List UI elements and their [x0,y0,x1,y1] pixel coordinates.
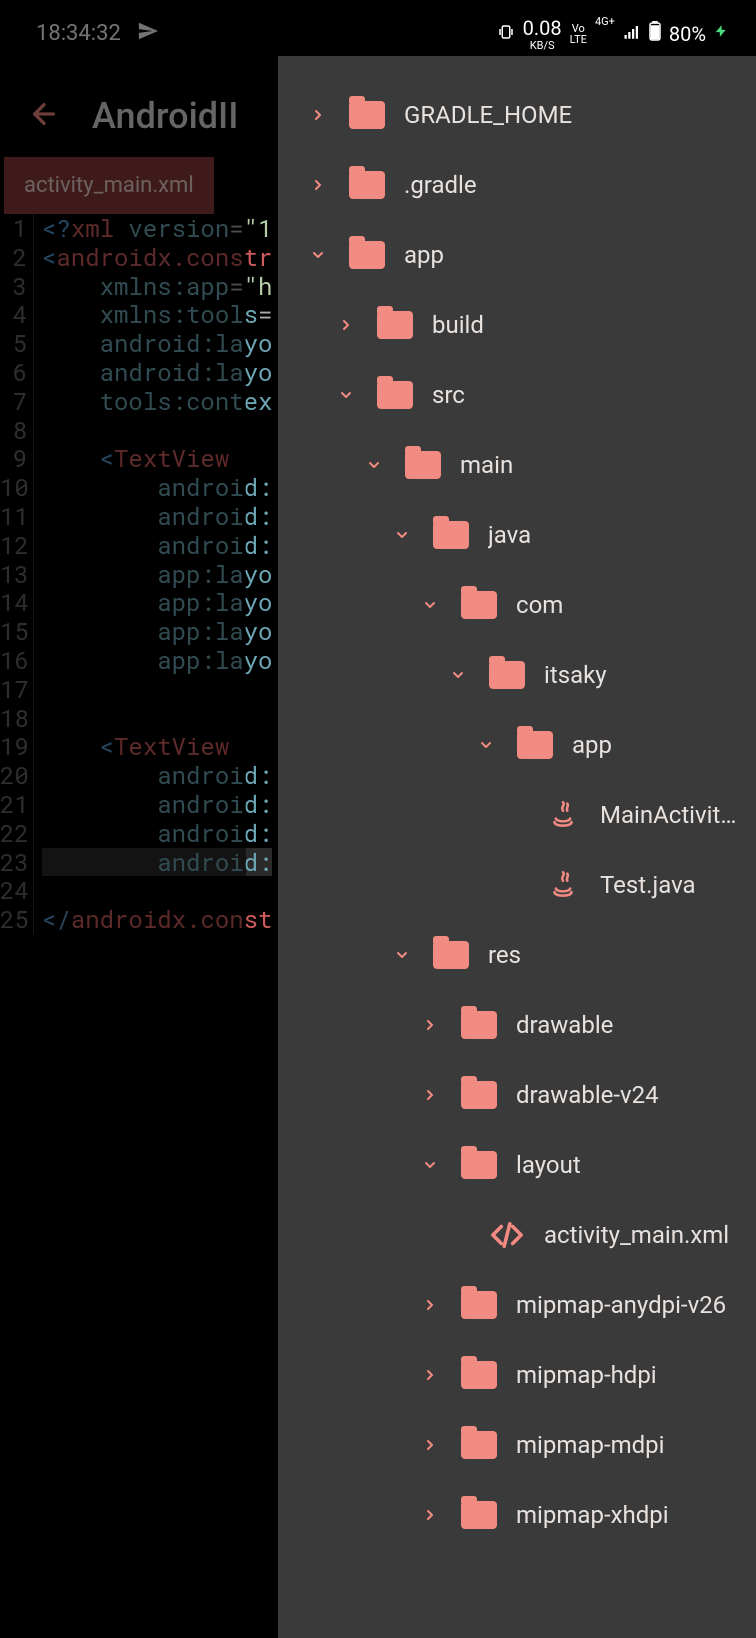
chevron-right-icon[interactable] [418,1017,442,1033]
chevron-down-icon[interactable] [418,597,442,613]
tree-item-label: res [488,941,744,969]
tree-item-label: src [432,381,744,409]
folder-icon [348,170,386,200]
tree-item[interactable]: mipmap-xhdpi [278,1480,756,1550]
tree-item-label: mipmap-anydpi-v26 [516,1291,744,1319]
tree-item-label: drawable-v24 [516,1081,744,1109]
chevron-down-icon[interactable] [474,737,498,753]
tree-item[interactable]: Test.java [278,850,756,920]
tree-item[interactable]: drawable-v24 [278,1060,756,1130]
folder-icon [460,1290,498,1320]
volte-indicator: Vo LTE [570,23,587,45]
editor-code[interactable]: <?xml version="1<androidx.constr xmlns:a… [34,214,272,934]
chevron-down-icon[interactable] [390,947,414,963]
file-tree-drawer[interactable]: GRADLE_HOME .gradle app build src main java com… [278,56,756,1638]
folder-icon [376,310,414,340]
tree-item[interactable]: com [278,570,756,640]
tree-item-label: activity_main.xml [544,1221,744,1249]
folder-icon [516,730,554,760]
tree-item[interactable]: MainActivity.java [278,780,756,850]
tree-item-label: app [572,731,744,759]
net-speed: 0.08 KB/S [523,16,562,51]
chevron-down-icon[interactable] [362,457,386,473]
chevron-down-icon[interactable] [390,527,414,543]
tree-item[interactable]: .gradle [278,150,756,220]
chevron-right-icon[interactable] [306,177,330,193]
chevron-right-icon[interactable] [418,1087,442,1103]
folder-icon [348,240,386,270]
tree-item-label: mipmap-xhdpi [516,1501,744,1529]
chevron-right-icon[interactable] [418,1297,442,1313]
chevron-right-icon[interactable] [334,317,358,333]
folder-icon [460,1080,498,1110]
editor-gutter: 1234567891011121314151617181920212223242… [0,214,34,934]
chevron-right-icon[interactable] [418,1437,442,1453]
chevron-down-icon[interactable] [418,1157,442,1173]
folder-icon [460,590,498,620]
folder-icon [460,1500,498,1530]
back-button[interactable] [28,98,60,134]
tree-item[interactable]: src [278,360,756,430]
tree-item[interactable]: res [278,920,756,990]
folder-icon [460,1360,498,1390]
telegram-icon [137,20,159,48]
chevron-right-icon[interactable] [418,1507,442,1523]
tree-item-label: mipmap-hdpi [516,1361,744,1389]
tree-item-label: java [488,521,744,549]
charging-icon [714,21,728,46]
tree-item-label: layout [516,1151,744,1179]
folder-icon [460,1010,498,1040]
tree-item-label: build [432,311,744,339]
folder-icon [460,1150,498,1180]
battery-percent: 80% [669,22,706,46]
chevron-down-icon[interactable] [334,387,358,403]
tree-item[interactable]: activity_main.xml [278,1200,756,1270]
status-time: 18:34:32 [36,21,121,46]
folder-icon [432,520,470,550]
tree-item[interactable]: mipmap-mdpi [278,1410,756,1480]
tree-item[interactable]: mipmap-hdpi [278,1340,756,1410]
tree-item-label: app [404,241,744,269]
java-file-icon [544,870,582,900]
folder-icon [404,450,442,480]
page-title: AndroidII [92,95,238,137]
battery-icon [649,21,661,46]
tree-item[interactable]: build [278,290,756,360]
tree-item[interactable]: app [278,710,756,780]
folder-icon [432,940,470,970]
chevron-down-icon[interactable] [446,667,470,683]
tree-item-label: MainActivity.java [600,801,744,829]
signal-bars-icon [623,22,641,46]
tree-item[interactable]: mipmap-anydpi-v26 [278,1270,756,1340]
signal-type: 4G+ [595,16,615,27]
chevron-down-icon[interactable] [306,247,330,263]
vibrate-icon [497,22,515,46]
tree-item[interactable]: java [278,500,756,570]
tree-item[interactable]: main [278,430,756,500]
tree-item-label: Test.java [600,871,744,899]
tree-item-label: mipmap-mdpi [516,1431,744,1459]
tree-item-label: main [460,451,744,479]
tree-item[interactable]: drawable [278,990,756,1060]
folder-icon [460,1430,498,1460]
xml-file-icon [488,1220,526,1250]
tree-item[interactable]: layout [278,1130,756,1200]
tab-file[interactable]: activity_main.xml [4,157,214,214]
tree-item-label: .gradle [404,171,744,199]
status-bar: 18:34:32 0.08 KB/S Vo LTE 4G+ 80% [0,0,756,59]
tree-item-label: drawable [516,1011,744,1039]
chevron-right-icon[interactable] [306,107,330,123]
folder-icon [488,660,526,690]
folder-icon [376,380,414,410]
tree-item[interactable]: itsaky [278,640,756,710]
tree-item[interactable]: GRADLE_HOME [278,80,756,150]
java-file-icon [544,800,582,830]
tree-item-label: com [516,591,744,619]
chevron-right-icon[interactable] [418,1367,442,1383]
tree-item-label: itsaky [544,661,744,689]
tree-item[interactable]: app [278,220,756,290]
tree-item-label: GRADLE_HOME [404,101,744,129]
folder-icon [348,100,386,130]
